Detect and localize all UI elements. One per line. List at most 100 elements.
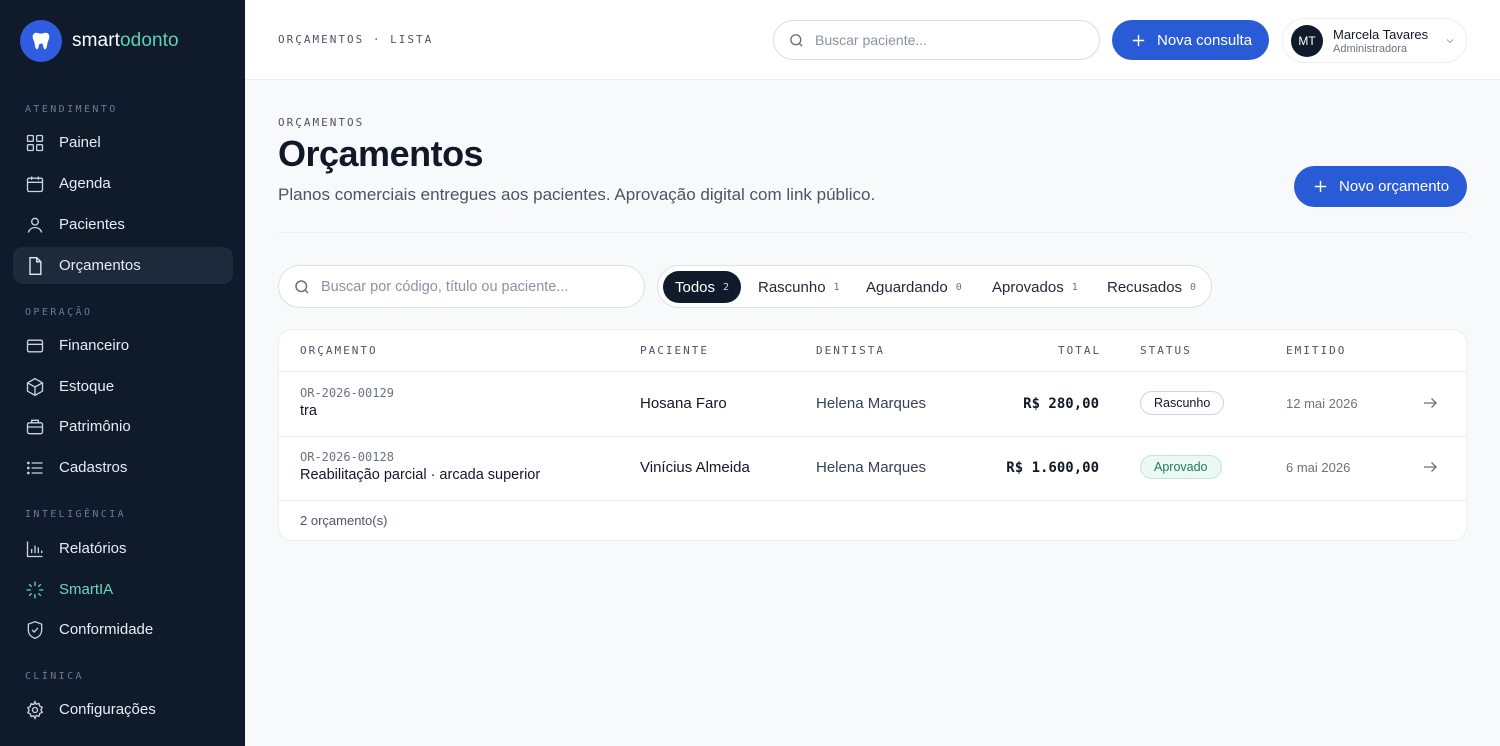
grid-icon <box>26 134 44 151</box>
page-eyebrow: ORÇAMENTOS <box>278 116 365 129</box>
sidebar-item-label: Patrimônio <box>59 418 131 435</box>
tab-todos[interactable]: Todos 2 <box>663 271 742 303</box>
sidebar-item-label: Orçamentos <box>59 257 141 274</box>
briefcase-icon <box>26 419 44 434</box>
orcamento-search[interactable] <box>278 265 645 308</box>
sidebar-item-smartia[interactable]: SmartIA <box>13 571 233 608</box>
tab-label: Aprovados <box>992 278 1064 296</box>
gear-icon <box>26 699 44 720</box>
patient-search-input[interactable] <box>815 32 1075 48</box>
sidebar-item-label: Pacientes <box>59 216 125 233</box>
plus-icon <box>1132 34 1145 46</box>
section-atendimento: ATENDIMENTO <box>25 104 118 115</box>
tab-count: 1 <box>1071 281 1078 293</box>
table-row[interactable]: OR-2026-00129 tra Hosana Faro Helena Mar… <box>279 372 1466 436</box>
sidebar-item-label: Cadastros <box>59 459 128 476</box>
tab-count: 0 <box>1190 281 1197 293</box>
orcamento-code: OR-2026-00129 <box>300 386 394 400</box>
tab-label: Aguardando <box>866 278 948 296</box>
box-icon <box>26 377 44 396</box>
orcamentos-table: ORÇAMENTO PACIENTE DENTISTA TOTAL STATUS… <box>278 329 1467 541</box>
search-icon <box>790 33 803 47</box>
shield-check-icon <box>27 620 43 639</box>
sidebar-item-patrimonio[interactable]: Patrimônio <box>13 408 233 445</box>
tab-aguardando[interactable]: Aguardando 0 <box>854 271 974 303</box>
sidebar-item-label: Estoque <box>59 378 115 395</box>
dentist-name: Helena Marques <box>816 395 927 412</box>
row-divider <box>279 500 1466 501</box>
sidebar-item-orcamentos[interactable]: Orçamentos <box>13 247 233 284</box>
tab-count: 2 <box>723 281 730 293</box>
dentist-name: Helena Marques <box>816 459 927 476</box>
arrow-right-icon[interactable] <box>1421 394 1439 412</box>
user-role: Administradora <box>1333 42 1407 55</box>
tab-rascunho[interactable]: Rascunho 1 <box>746 271 852 303</box>
orcamento-search-input[interactable] <box>321 278 631 295</box>
chevron-down-icon <box>1446 39 1454 44</box>
brand-name: smartodonto <box>72 30 179 52</box>
tab-count: 0 <box>955 281 962 293</box>
credit-card-icon <box>26 339 44 352</box>
avatar: MT <box>1291 24 1323 57</box>
document-icon <box>29 256 42 275</box>
sidebar-item-painel[interactable]: Painel <box>13 124 233 161</box>
brand-name-b: odonto <box>120 30 179 51</box>
patient-search[interactable] <box>773 20 1100 60</box>
status-badge: Rascunho <box>1140 391 1225 415</box>
new-consulta-button[interactable]: Nova consulta <box>1112 20 1269 60</box>
brand-name-a: smart <box>72 30 120 51</box>
col-header-dentista: DENTISTA <box>816 344 885 357</box>
sidebar-item-label: Financeiro <box>59 337 130 354</box>
sidebar-item-label: Painel <box>59 134 101 151</box>
page-subtitle: Planos comerciais entregues aos paciente… <box>278 185 876 204</box>
sidebar-item-label: Conformidade <box>59 621 154 638</box>
sidebar: smartodonto ATENDIMENTO Painel Agenda Pa… <box>0 0 245 746</box>
col-header-paciente: PACIENTE <box>640 344 709 357</box>
total-value: R$ 280,00 <box>1023 396 1099 412</box>
list-icon <box>27 461 43 474</box>
top-bar: ORÇAMENTOS · LISTA Nova consulta MT Marc… <box>245 0 1500 80</box>
tab-label: Todos <box>675 278 716 296</box>
orcamento-title: Reabilitação parcial · arcada superior <box>300 467 541 483</box>
section-operacao: OPERAÇÃO <box>25 307 93 318</box>
orcamento-code: OR-2026-00128 <box>300 450 394 464</box>
sparkle-icon <box>26 581 44 598</box>
sidebar-item-cadastros[interactable]: Cadastros <box>13 449 233 486</box>
total-value: R$ 1.600,00 <box>1006 460 1099 476</box>
user-name: Marcela Tavares <box>1333 26 1429 42</box>
new-orcamento-button[interactable]: Novo orçamento <box>1294 166 1467 207</box>
sidebar-item-label: Relatórios <box>59 540 127 557</box>
brand[interactable]: smartodonto <box>20 20 179 62</box>
tab-aprovados[interactable]: Aprovados 1 <box>980 271 1090 303</box>
tab-label: Recusados <box>1107 278 1183 296</box>
patient-name: Hosana Faro <box>640 395 727 412</box>
patient-name: Vinícius Almeida <box>640 459 750 476</box>
user-menu[interactable]: MT Marcela Tavares Administradora <box>1282 18 1467 63</box>
search-icon <box>295 279 309 294</box>
tab-count: 1 <box>833 281 840 293</box>
new-orcamento-label: Novo orçamento <box>1339 178 1450 195</box>
sidebar-item-pacientes[interactable]: Pacientes <box>13 206 233 243</box>
tooth-logo-icon <box>20 20 62 62</box>
col-header-total: TOTAL <box>1058 344 1102 357</box>
sidebar-item-agenda[interactable]: Agenda <box>13 165 233 202</box>
result-count: 2 orçamento(s) <box>300 513 388 528</box>
tab-label: Rascunho <box>758 278 826 296</box>
section-clinica: CLÍNICA <box>25 671 84 682</box>
bar-chart-icon <box>26 541 43 557</box>
sidebar-item-configuracoes[interactable]: Configurações <box>13 691 233 728</box>
sidebar-item-relatorios[interactable]: Relatórios <box>13 530 233 567</box>
col-header-emitido: EMITIDO <box>1286 344 1347 357</box>
tab-recusados[interactable]: Recusados 0 <box>1095 271 1208 303</box>
table-row[interactable]: OR-2026-00128 Reabilitação parcial · arc… <box>279 436 1466 500</box>
sidebar-item-estoque[interactable]: Estoque <box>13 368 233 405</box>
issued-date: 6 mai 2026 <box>1286 460 1351 475</box>
col-header-status: STATUS <box>1140 344 1192 357</box>
sidebar-item-financeiro[interactable]: Financeiro <box>13 327 233 364</box>
user-icon <box>27 217 43 233</box>
sidebar-item-conformidade[interactable]: Conformidade <box>13 611 233 648</box>
sidebar-item-label: Configurações <box>59 701 156 718</box>
section-inteligencia: INTELIGÊNCIA <box>25 509 127 520</box>
arrow-right-icon[interactable] <box>1421 458 1439 476</box>
sidebar-item-label: SmartIA <box>59 581 114 598</box>
